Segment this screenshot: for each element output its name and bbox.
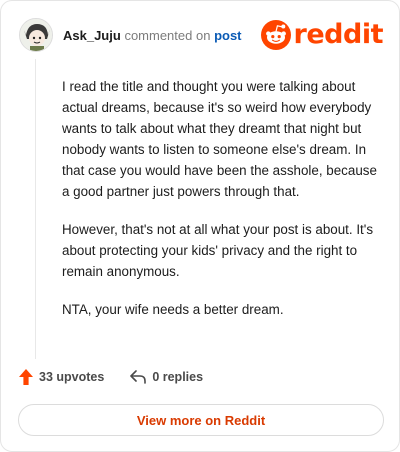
comment-body: I read the title and thought you were ta… bbox=[62, 76, 382, 337]
comment-paragraph: NTA, your wife needs a better dream. bbox=[62, 302, 284, 317]
comment-paragraph: However, that's not at all what your pos… bbox=[62, 222, 374, 279]
thread-line bbox=[35, 59, 36, 359]
post-link[interactable]: post bbox=[214, 28, 241, 43]
comment-header: Ask_Juju commented on post reddit bbox=[19, 17, 384, 53]
comment-meta: Ask_Juju commented on post bbox=[63, 28, 242, 43]
comment-paragraph: I read the title and thought you were ta… bbox=[62, 79, 377, 199]
reddit-comment-embed: Ask_Juju commented on post reddit I read… bbox=[0, 0, 400, 452]
reply-arrow-icon bbox=[130, 370, 147, 384]
upvote-button[interactable]: 33 upvotes bbox=[19, 369, 104, 385]
view-more-button[interactable]: View more on Reddit bbox=[18, 404, 384, 436]
comment-actions: 33 upvotes 0 replies bbox=[19, 369, 203, 385]
reddit-logo[interactable]: reddit bbox=[260, 19, 384, 50]
snoo-icon bbox=[260, 20, 291, 50]
username-link[interactable]: Ask_Juju bbox=[63, 28, 121, 43]
reply-button[interactable]: 0 replies bbox=[130, 370, 203, 384]
reply-count: 0 replies bbox=[152, 370, 204, 384]
reddit-wordmark: reddit bbox=[293, 19, 384, 50]
upvote-count: 33 upvotes bbox=[39, 370, 105, 384]
user-avatar[interactable] bbox=[19, 18, 53, 52]
upvote-arrow-icon bbox=[19, 369, 33, 385]
commented-on-text: commented on bbox=[124, 27, 211, 43]
